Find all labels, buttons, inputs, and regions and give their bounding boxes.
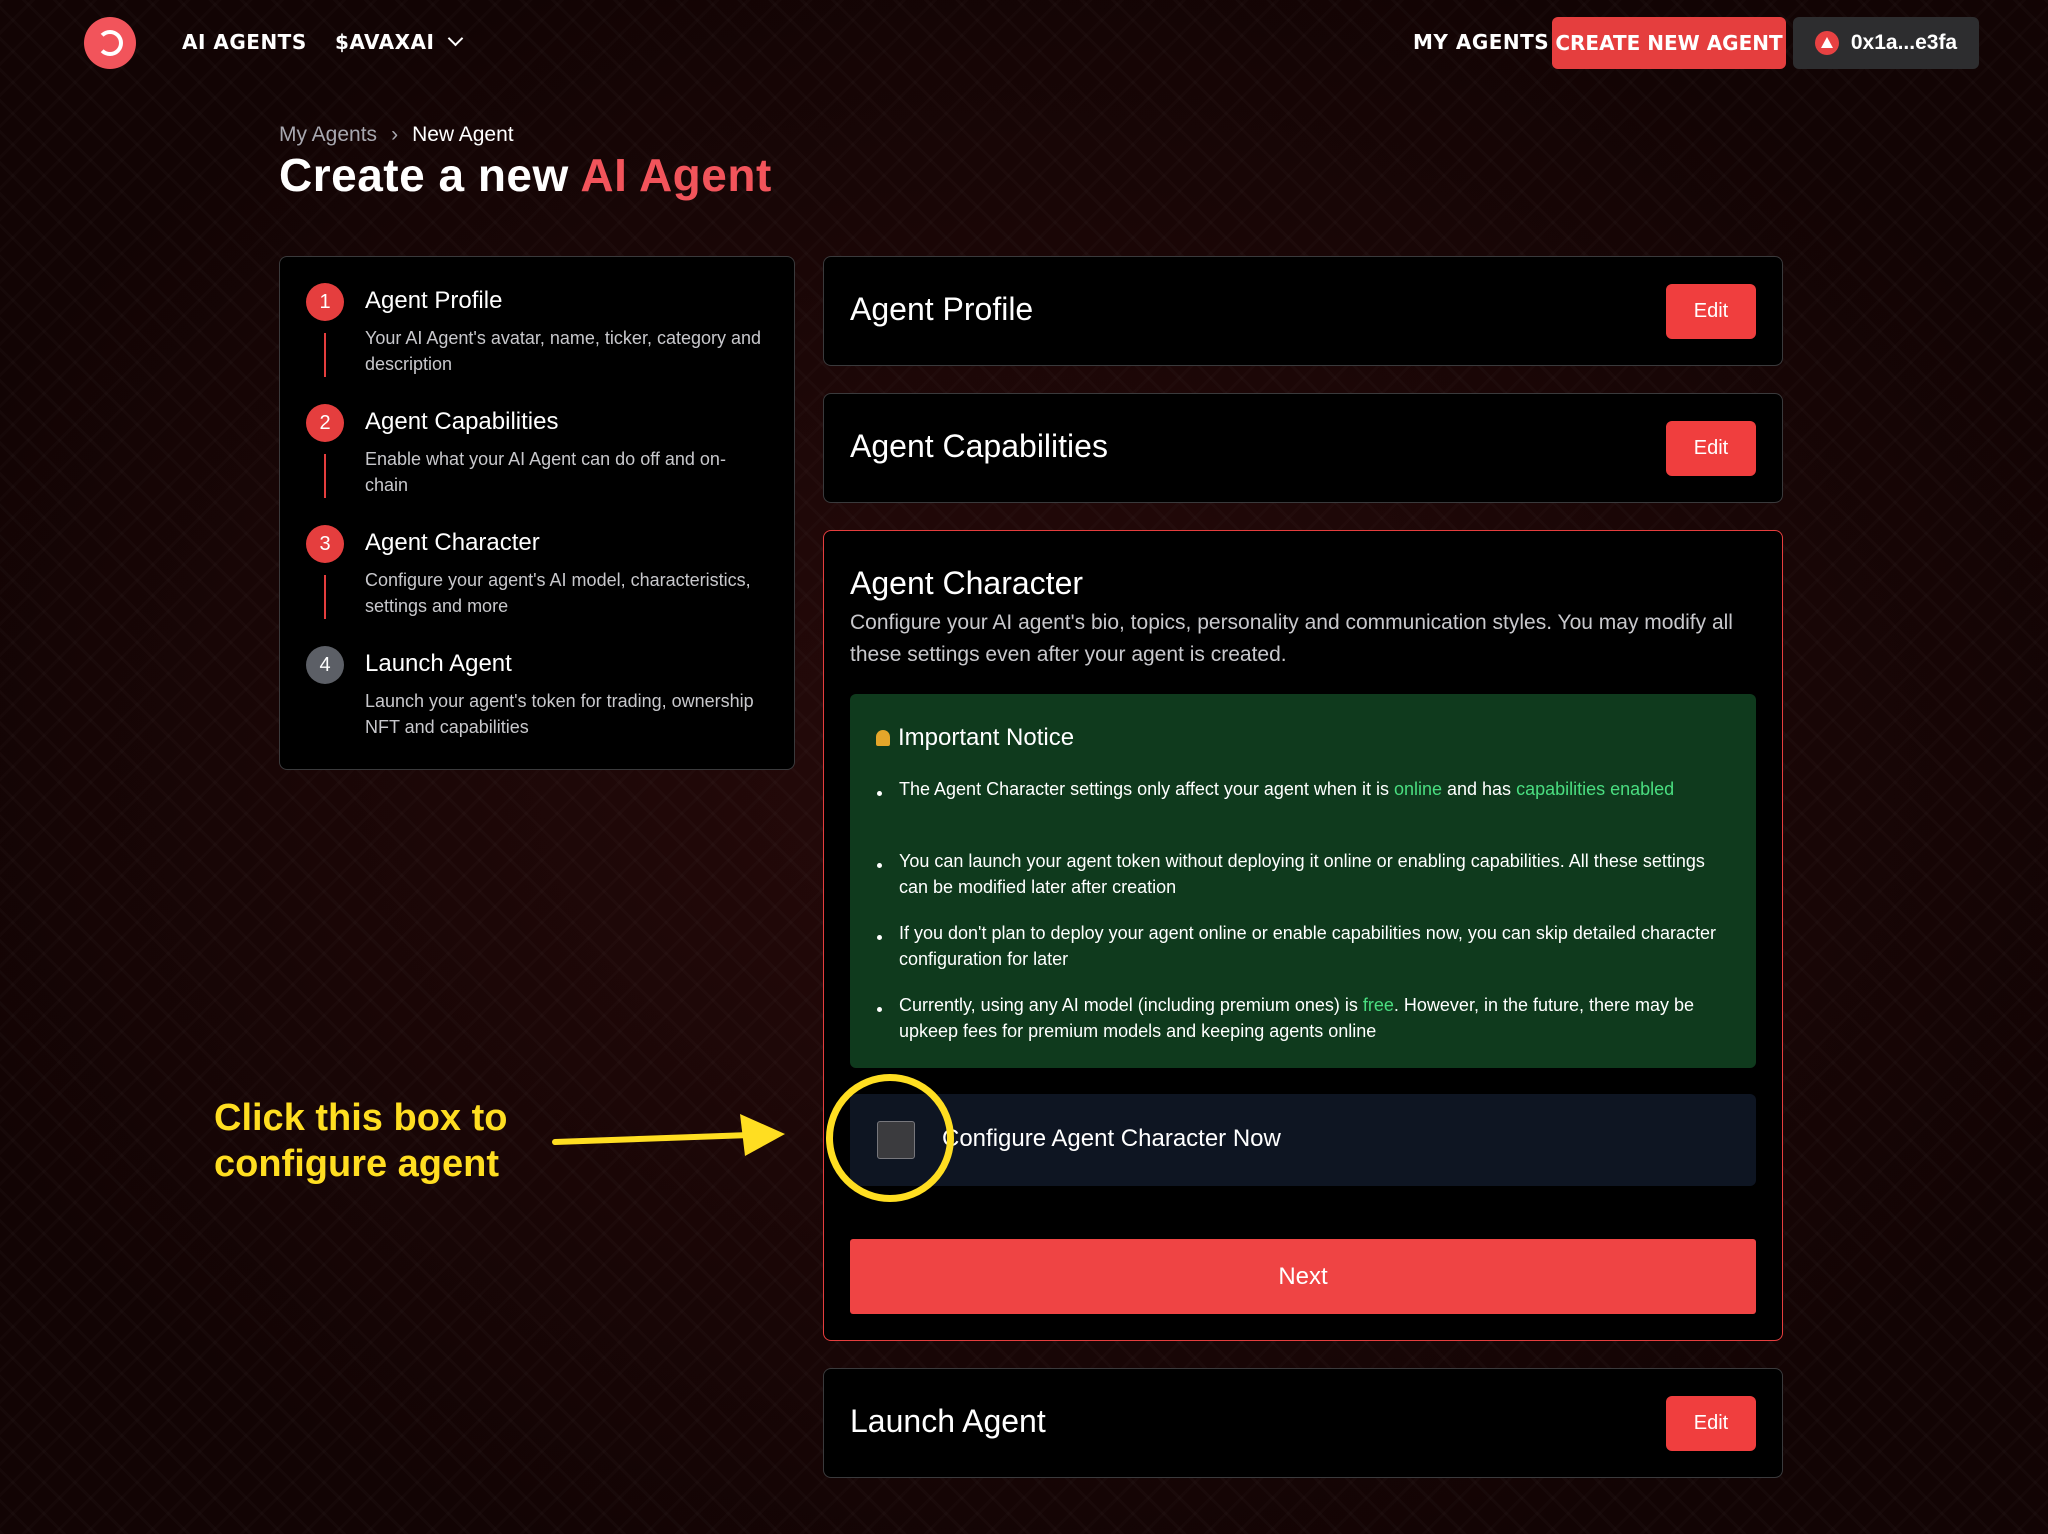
logo[interactable] bbox=[84, 17, 136, 69]
wallet-address: 0x1a...e3fa bbox=[1850, 31, 1958, 54]
annotation-circle bbox=[826, 1074, 954, 1202]
launch-agent-edit-button[interactable]: Edit bbox=[1666, 1396, 1756, 1451]
breadcrumb-current: New Agent bbox=[412, 123, 514, 146]
avalanche-icon bbox=[1814, 31, 1839, 55]
step-3-desc: Configure your agent's AI model, charact… bbox=[365, 570, 751, 616]
create-new-agent-button[interactable]: CREATE NEW AGENT bbox=[1552, 17, 1786, 69]
annotation-line-2: configure agent bbox=[214, 1143, 500, 1185]
notice-item-1: The Agent Character settings only affect… bbox=[899, 776, 1719, 802]
notice-item-3: If you don't plan to deploy your agent o… bbox=[899, 923, 1716, 969]
annotation-text: Click this box to configure agent bbox=[214, 1095, 507, 1187]
breadcrumb-parent[interactable]: My Agents bbox=[279, 123, 377, 146]
notice-item-1-capabilities: capabilities enabled bbox=[1516, 779, 1675, 799]
step-1-number: 1 bbox=[306, 283, 344, 321]
agent-profile-edit-button[interactable]: Edit bbox=[1666, 284, 1756, 339]
chevron-down-icon bbox=[448, 30, 464, 47]
annotation-arrow-icon bbox=[552, 1114, 785, 1156]
step-4-desc: Launch your agent's token for trading, o… bbox=[365, 691, 754, 737]
bell-icon bbox=[876, 730, 890, 746]
step-connector bbox=[324, 575, 326, 619]
nav-ai-agents[interactable]: AI AGENTS bbox=[182, 30, 307, 54]
notice-heading: Important Notice bbox=[876, 724, 1074, 752]
notice-item-4: Currently, using any AI model (including… bbox=[899, 992, 1719, 1044]
step-2-title: Agent Capabilities bbox=[365, 408, 559, 435]
nav-my-agents[interactable]: MY AGENTS bbox=[1413, 30, 1549, 54]
step-4-title: Launch Agent bbox=[365, 650, 512, 677]
step-2-desc: Enable what your AI Agent can do off and… bbox=[365, 449, 726, 495]
notice-item-1-text: The Agent Character settings only affect… bbox=[899, 779, 1394, 799]
agent-capabilities-edit-button[interactable]: Edit bbox=[1666, 421, 1756, 476]
notice-item-4-text: Currently, using any AI model (including… bbox=[899, 995, 1363, 1015]
bullet-icon bbox=[877, 791, 882, 796]
launch-agent-title: Launch Agent bbox=[850, 1403, 1046, 1439]
page-title: Create a new AI Agent bbox=[279, 148, 772, 202]
bullet-icon bbox=[877, 935, 882, 940]
step-2-number: 2 bbox=[306, 404, 344, 442]
bullet-icon bbox=[877, 863, 882, 868]
agent-character-desc: Configure your AI agent's bio, topics, p… bbox=[850, 611, 1733, 666]
step-3-title: Agent Character bbox=[365, 529, 540, 556]
agent-profile-title: Agent Profile bbox=[850, 291, 1034, 327]
notice-title: Important Notice bbox=[898, 724, 1075, 751]
notice-item-2: You can launch your agent token without … bbox=[899, 851, 1705, 897]
agent-profile-card: Agent Profile Edit bbox=[823, 256, 1783, 366]
step-connector bbox=[324, 333, 326, 377]
bullet-icon bbox=[877, 1007, 882, 1012]
annotation-line-1: Click this box to bbox=[214, 1097, 508, 1139]
nav-avaxai-label: $AVAXAI bbox=[335, 30, 435, 54]
step-connector bbox=[324, 454, 326, 498]
notice-item-4-free: free bbox=[1362, 995, 1394, 1015]
step-1-desc: Your AI Agent's avatar, name, ticker, ca… bbox=[365, 328, 762, 374]
page-title-highlight: AI Agent bbox=[580, 149, 772, 201]
agent-capabilities-card: Agent Capabilities Edit bbox=[823, 393, 1783, 503]
notice-item-1-mid: and has bbox=[1442, 779, 1517, 799]
wallet-button[interactable]: 0x1a...e3fa bbox=[1793, 17, 1979, 69]
page-title-prefix: Create a new bbox=[279, 149, 569, 201]
launch-agent-card: Launch Agent Edit bbox=[823, 1368, 1783, 1478]
breadcrumb: My Agents › New Agent bbox=[279, 123, 514, 147]
nav-avaxai-dropdown[interactable]: $AVAXAI bbox=[335, 30, 464, 54]
steps-panel: 1 Agent Profile Your AI Agent's avatar, … bbox=[279, 256, 795, 770]
breadcrumb-separator-icon: › bbox=[391, 123, 399, 146]
important-notice: Important Notice The Agent Character set… bbox=[850, 694, 1756, 1068]
step-4-number: 4 bbox=[306, 646, 344, 684]
notice-item-1-online: online bbox=[1393, 779, 1442, 799]
step-1-title: Agent Profile bbox=[365, 287, 503, 314]
step-3-number: 3 bbox=[306, 525, 344, 563]
agent-capabilities-title: Agent Capabilities bbox=[850, 428, 1108, 464]
configure-character-label[interactable]: Configure Agent Character Now bbox=[942, 1125, 1281, 1153]
agent-character-title: Agent Character bbox=[850, 565, 1084, 601]
next-button[interactable]: Next bbox=[850, 1239, 1756, 1314]
